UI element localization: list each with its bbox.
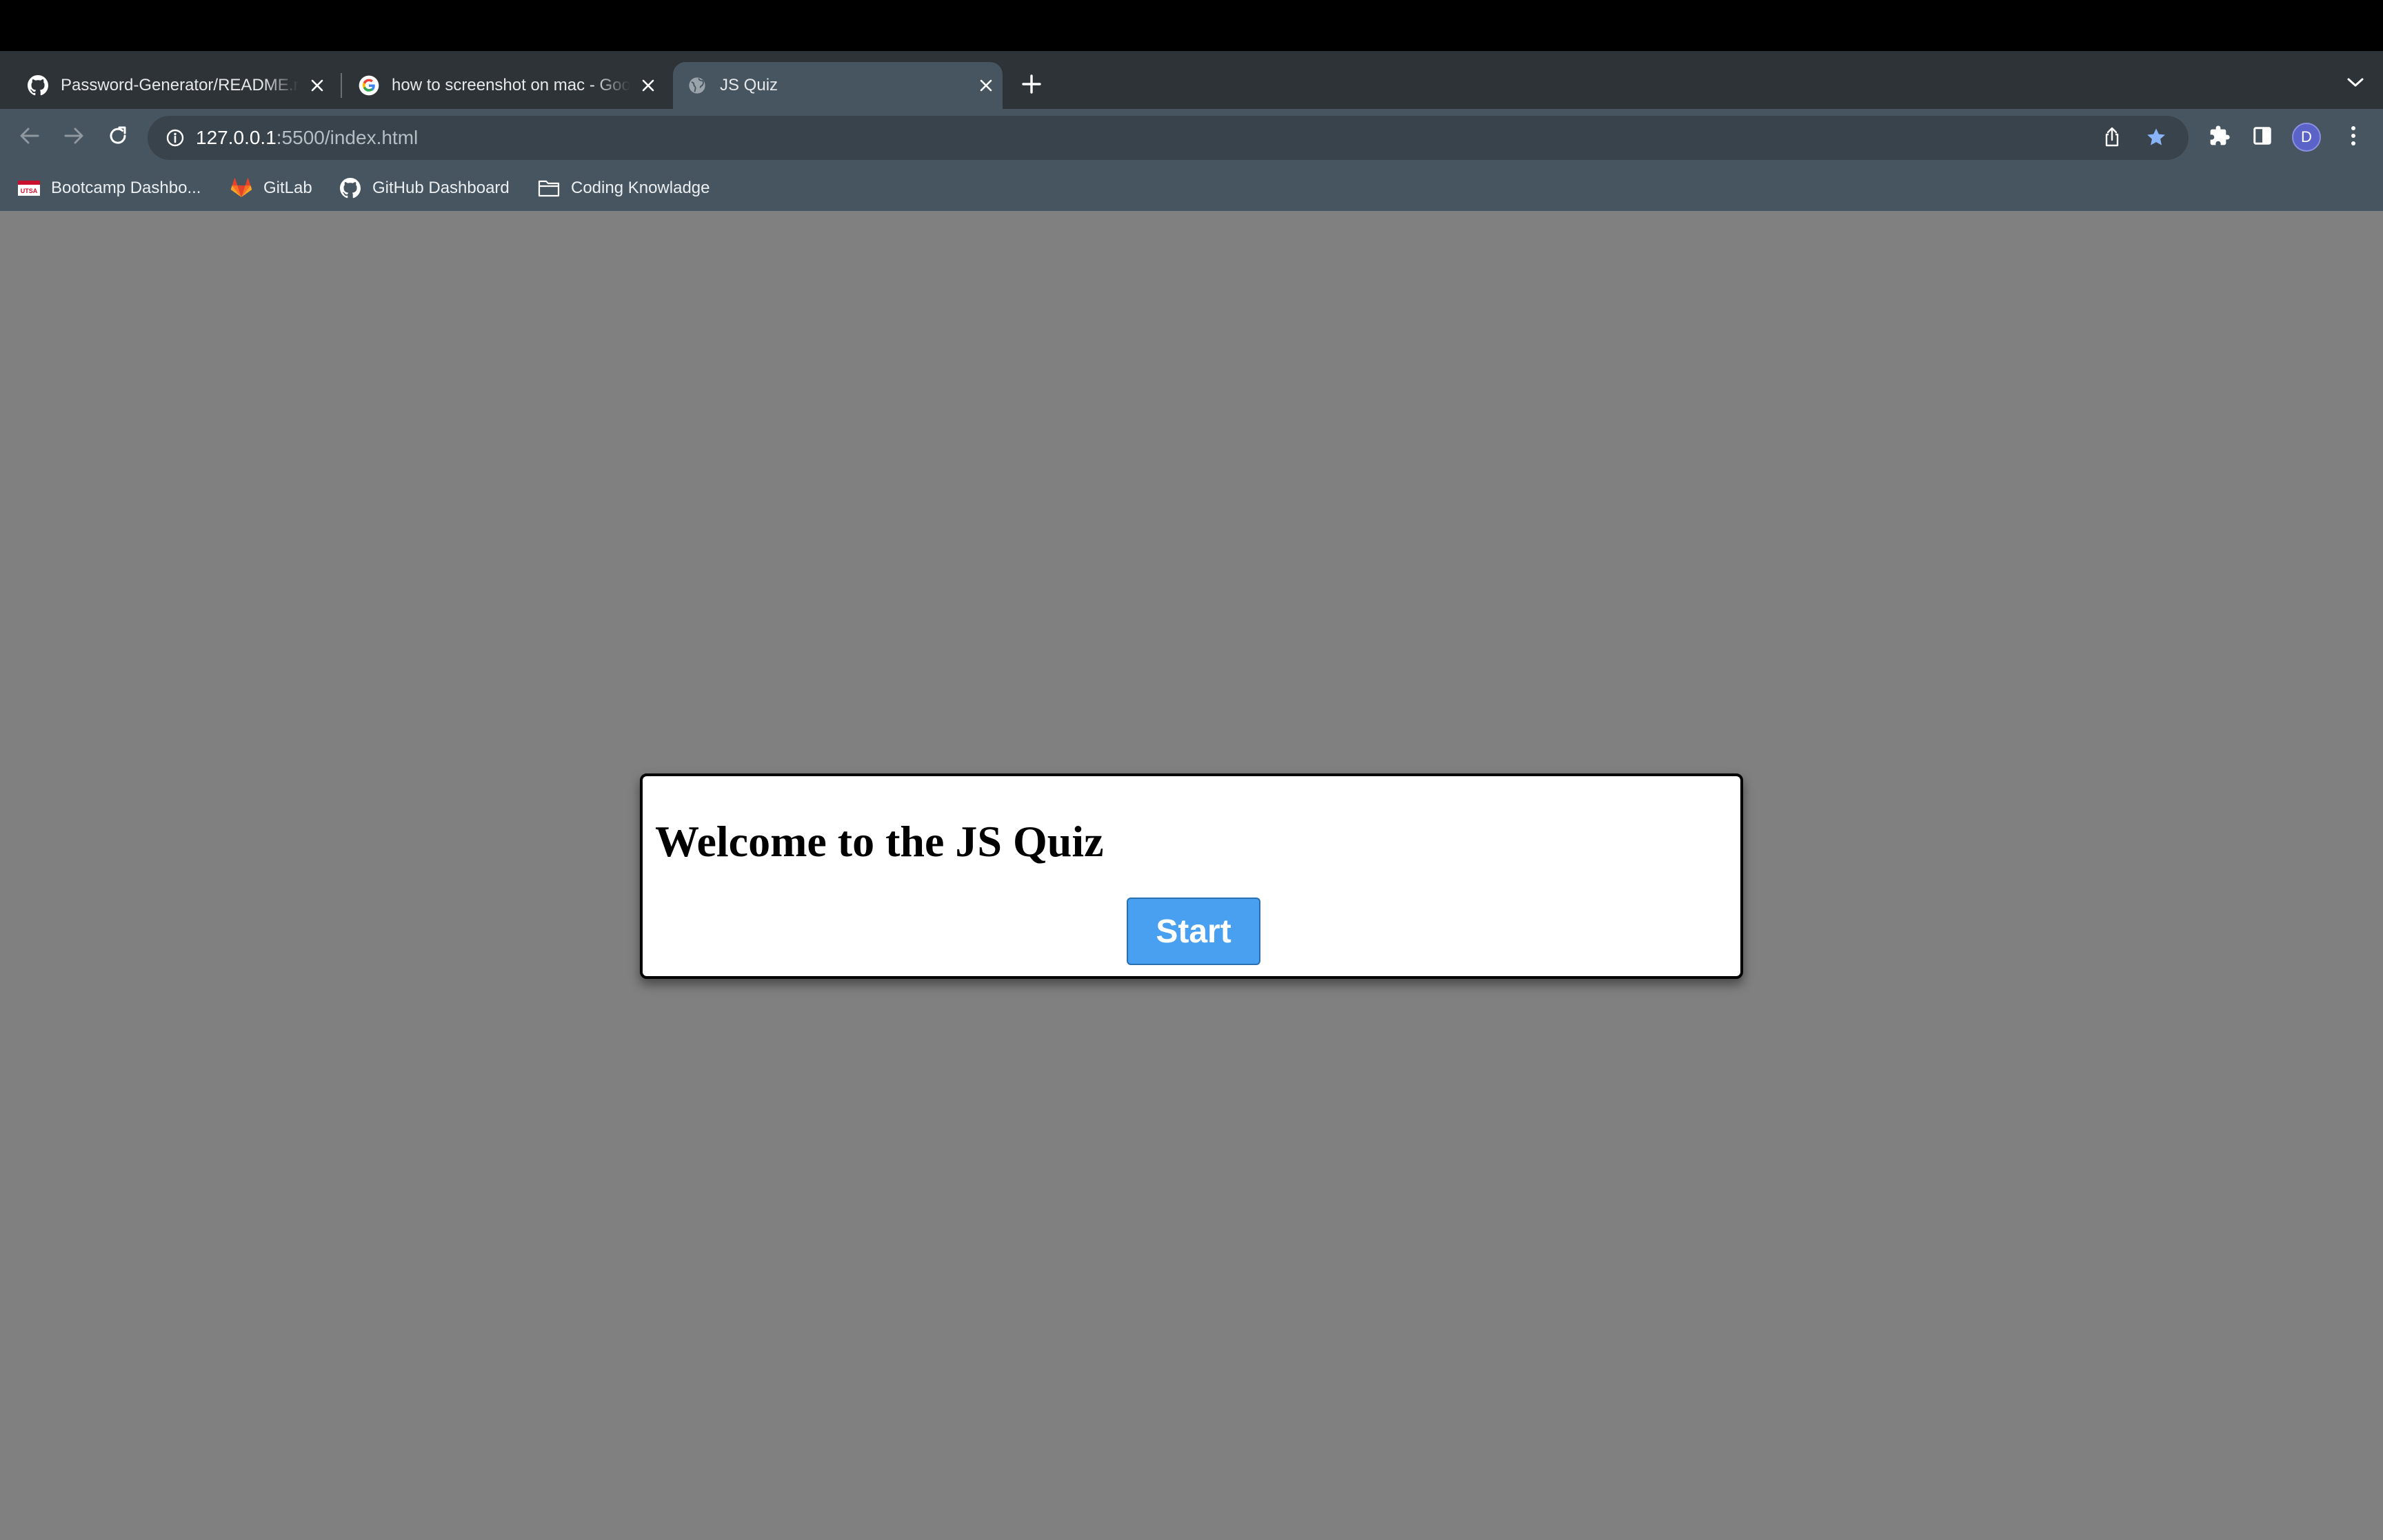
bookmark-label: GitLab [263,179,312,197]
github-icon [28,75,48,96]
bookmarks-bar: UTSA Bootcamp Dashbo... GitLab GitHub Da… [0,165,2383,211]
arrow-right-icon [63,125,85,150]
browser-toolbar: 127.0.0.1:5500/index.html D [0,109,2383,165]
tab-google-search[interactable]: how to screenshot on mac - Google Search [348,62,665,109]
url-path: :5500/index.html [276,127,419,148]
arrow-left-icon [19,125,41,150]
reload-button[interactable] [101,120,135,154]
gitlab-icon [230,177,252,199]
bookmark-label: Coding Knowladge [571,179,710,197]
bookmark-bootcamp[interactable]: UTSA Bootcamp Dashbo... [18,174,201,203]
quiz-heading: Welcome to the JS Quiz [655,817,1104,866]
star-icon [2145,126,2167,152]
browser-menu-button[interactable] [2337,121,2369,153]
bootcamp-icon: UTSA [18,177,40,199]
close-tab-icon[interactable] [303,72,331,99]
tab-separator [341,73,342,98]
close-tab-icon[interactable] [972,72,1000,99]
quiz-card: Welcome to the JS Quiz Start [640,773,1743,979]
bookmark-label: GitHub Dashboard [372,179,510,197]
bookmark-star-button[interactable] [2143,125,2169,152]
page-content: Welcome to the JS Quiz Start [0,211,2383,1540]
address-bar[interactable]: 127.0.0.1:5500/index.html [148,116,2189,160]
new-tab-button[interactable] [1015,68,1048,101]
profile-button[interactable]: D [2291,121,2322,153]
svg-text:UTSA: UTSA [21,188,38,194]
share-button[interactable] [2099,125,2125,152]
tab-strip: Password-Generator/README.md how to scre… [0,51,2383,109]
tab-readme[interactable]: Password-Generator/README.md [17,62,334,109]
folder-icon [538,177,560,199]
tab-title: Password-Generator/README.md [61,76,299,94]
url-host: 127.0.0.1 [196,127,276,148]
info-icon[interactable] [164,127,186,149]
start-button[interactable]: Start [1127,898,1260,965]
bookmark-gitlab[interactable]: GitLab [230,174,312,203]
chevron-down-icon [2346,77,2364,92]
google-icon [359,75,379,96]
url-text: 127.0.0.1:5500/index.html [196,116,418,160]
more-vertical-icon [2351,125,2356,150]
avatar: D [2292,123,2321,152]
screen: Password-Generator/README.md how to scre… [0,0,2383,1540]
close-tab-icon[interactable] [634,72,662,99]
side-panel-button[interactable] [2246,121,2278,153]
side-panel-icon [2252,125,2273,150]
tab-title: JS Quiz [720,76,778,94]
share-icon [2102,127,2122,151]
bookmark-folder-coding-knowladge[interactable]: Coding Knowladge [538,174,710,203]
tab-search-button[interactable] [2342,70,2369,98]
back-button[interactable] [12,120,47,154]
reload-icon [107,125,129,150]
globe-icon [687,75,707,96]
github-icon [339,177,361,199]
tab-js-quiz[interactable]: JS Quiz [673,62,1003,109]
extensions-button[interactable] [2204,121,2235,153]
forward-button[interactable] [57,120,91,154]
puzzle-icon [2209,125,2231,150]
macos-menu-bar [0,0,2383,51]
tab-title: how to screenshot on mac - Google Search [392,76,630,94]
bookmark-github-dashboard[interactable]: GitHub Dashboard [339,174,510,203]
bookmark-label: Bootcamp Dashbo... [51,179,201,197]
